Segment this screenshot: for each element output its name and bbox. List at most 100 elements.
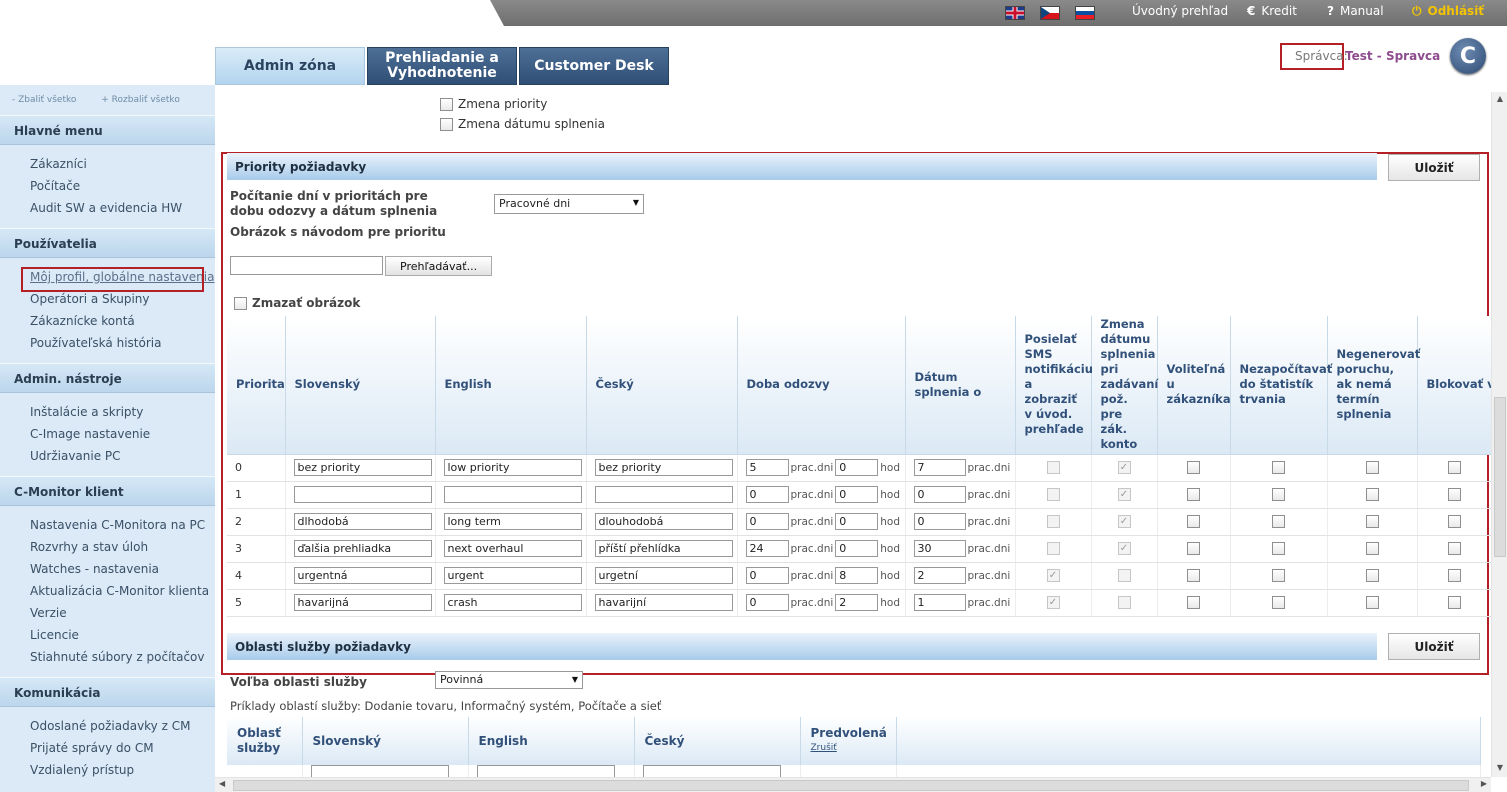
block-checkbox[interactable]: [1447, 488, 1461, 502]
block-checkbox[interactable]: [1447, 542, 1461, 556]
response-hours-input[interactable]: [835, 486, 879, 503]
collapse-all-link[interactable]: - Zbaliť všetko: [12, 95, 76, 105]
reset-default-link[interactable]: Zrušiť: [811, 741, 886, 756]
logout-link[interactable]: ⏻ Odhlásiť: [1412, 4, 1484, 19]
response-hours-input[interactable]: [835, 540, 879, 557]
home-overview-link[interactable]: Úvodný prehľad: [1132, 4, 1228, 18]
priority-cz-input[interactable]: [594, 486, 733, 503]
block-checkbox[interactable]: [1447, 461, 1461, 475]
horizontal-scrollbar[interactable]: ◀ ▶: [215, 777, 1491, 792]
no-fault-checkbox[interactable]: [1365, 542, 1379, 556]
sidebar-item-cmonitor-settings[interactable]: Nastavenia C-Monitora na PC: [30, 514, 215, 536]
service-en-input[interactable]: [476, 765, 615, 777]
flag-uk-icon[interactable]: [1005, 6, 1025, 20]
sidebar-section-cmonitor[interactable]: C-Monitor klient: [0, 476, 215, 506]
sidebar-item-customers[interactable]: Zákazníci: [30, 153, 215, 175]
sidebar-item-update-client[interactable]: Aktualizácia C-Monitor klienta: [30, 580, 215, 602]
due-days-input[interactable]: [913, 486, 966, 503]
response-days-input[interactable]: [745, 459, 789, 476]
c-logo-icon[interactable]: C: [1450, 38, 1486, 74]
priority-cz-input[interactable]: [594, 513, 733, 530]
priority-sk-input[interactable]: [293, 513, 432, 530]
priority-en-input[interactable]: [443, 540, 582, 557]
priority-sk-input[interactable]: [293, 459, 432, 476]
credit-link[interactable]: € Kredit: [1247, 4, 1297, 18]
sidebar-item-received-messages[interactable]: Prijaté správy do CM: [30, 737, 215, 759]
delete-image-check[interactable]: Zmazať obrázok: [234, 296, 360, 311]
sidebar-item-versions[interactable]: Verzie: [30, 602, 215, 624]
priority-cz-input[interactable]: [594, 567, 733, 584]
optional-checkbox[interactable]: [1187, 461, 1200, 475]
no-fault-checkbox[interactable]: [1365, 488, 1379, 502]
no-stats-checkbox[interactable]: [1272, 488, 1285, 502]
no-stats-checkbox[interactable]: [1272, 515, 1285, 529]
priority-en-input[interactable]: [443, 459, 582, 476]
priority-sk-input[interactable]: [293, 540, 432, 557]
sidebar-section-main-menu[interactable]: Hlavné menu: [0, 115, 215, 145]
sidebar-item-audit[interactable]: Audit SW a evidencia HW: [30, 197, 215, 219]
service-choice-select[interactable]: Povinná: [435, 671, 583, 689]
day-counting-select[interactable]: Pracovné dni: [494, 194, 644, 214]
image-file-input[interactable]: [230, 256, 383, 275]
scroll-left-icon[interactable]: ◀: [219, 779, 225, 788]
sidebar-item-licenses[interactable]: Licencie: [30, 624, 215, 646]
priority-sk-input[interactable]: [293, 567, 432, 584]
change-due-checkbox[interactable]: [1117, 542, 1131, 556]
horizontal-scroll-thumb[interactable]: [233, 780, 1469, 791]
sidebar-item-user-history[interactable]: Používateľská história: [30, 332, 215, 354]
sidebar-item-remote-access[interactable]: Vzdialený prístup: [30, 759, 215, 781]
priority-en-input[interactable]: [443, 486, 582, 503]
priority-cz-input[interactable]: [594, 540, 733, 557]
no-fault-checkbox[interactable]: [1365, 461, 1379, 475]
vertical-scrollbar[interactable]: ▲ ▼: [1491, 92, 1507, 777]
due-days-input[interactable]: [913, 567, 966, 584]
sidebar-item-sent-requests[interactable]: Odoslané požiadavky z CM: [30, 715, 215, 737]
no-stats-checkbox[interactable]: [1272, 542, 1285, 556]
checkbox[interactable]: [440, 118, 453, 131]
block-checkbox[interactable]: [1447, 515, 1461, 529]
scroll-up-icon[interactable]: ▲: [1494, 94, 1506, 106]
no-stats-checkbox[interactable]: [1272, 596, 1285, 610]
optional-checkbox[interactable]: [1187, 596, 1200, 610]
check-change-priority[interactable]: Zmena priority: [440, 97, 547, 111]
sidebar-item-installs[interactable]: Inštalácie a skripty: [30, 401, 215, 423]
change-due-checkbox[interactable]: [1117, 488, 1131, 502]
sidebar-section-users[interactable]: Používatelia: [0, 228, 215, 258]
tab-customer-desk[interactable]: Customer Desk: [519, 47, 669, 85]
sidebar-item-schedules[interactable]: Rozvrhy a stav úloh: [30, 536, 215, 558]
tab-admin-zone[interactable]: Admin zóna: [215, 47, 365, 85]
sidebar-item-computers[interactable]: Počítače: [30, 175, 215, 197]
response-days-input[interactable]: [745, 567, 789, 584]
save-service-button[interactable]: Uložiť: [1388, 633, 1480, 660]
response-hours-input[interactable]: [835, 567, 879, 584]
optional-checkbox[interactable]: [1187, 542, 1200, 556]
response-hours-input[interactable]: [835, 513, 879, 530]
checkbox[interactable]: [440, 98, 453, 111]
expand-all-link[interactable]: + Rozbaliť všetko: [101, 95, 180, 105]
response-days-input[interactable]: [745, 486, 789, 503]
change-due-checkbox[interactable]: [1117, 461, 1131, 475]
sidebar-item-downloads[interactable]: Stiahnuté súbory z počítačov: [30, 646, 215, 668]
scroll-right-icon[interactable]: ▶: [1481, 779, 1487, 788]
optional-checkbox[interactable]: [1187, 488, 1200, 502]
no-fault-checkbox[interactable]: [1365, 596, 1379, 610]
priority-cz-input[interactable]: [594, 594, 733, 611]
sms-checkbox[interactable]: [1046, 569, 1060, 583]
sms-checkbox[interactable]: [1046, 488, 1060, 502]
priority-sk-input[interactable]: [293, 594, 432, 611]
optional-checkbox[interactable]: [1187, 515, 1200, 529]
sms-checkbox[interactable]: [1046, 596, 1060, 610]
sidebar-item-cimage[interactable]: C-Image nastavenie: [30, 423, 215, 445]
no-fault-checkbox[interactable]: [1365, 569, 1379, 583]
block-checkbox[interactable]: [1447, 569, 1461, 583]
sms-checkbox[interactable]: [1046, 542, 1060, 556]
priority-en-input[interactable]: [443, 513, 582, 530]
tab-review[interactable]: Prehliadanie a Vyhodnotenie: [367, 47, 517, 85]
sms-checkbox[interactable]: [1046, 515, 1060, 529]
block-checkbox[interactable]: [1447, 596, 1461, 610]
priority-cz-input[interactable]: [594, 459, 733, 476]
due-days-input[interactable]: [913, 513, 966, 530]
due-days-input[interactable]: [913, 594, 966, 611]
due-days-input[interactable]: [913, 459, 966, 476]
response-hours-input[interactable]: [835, 459, 879, 476]
